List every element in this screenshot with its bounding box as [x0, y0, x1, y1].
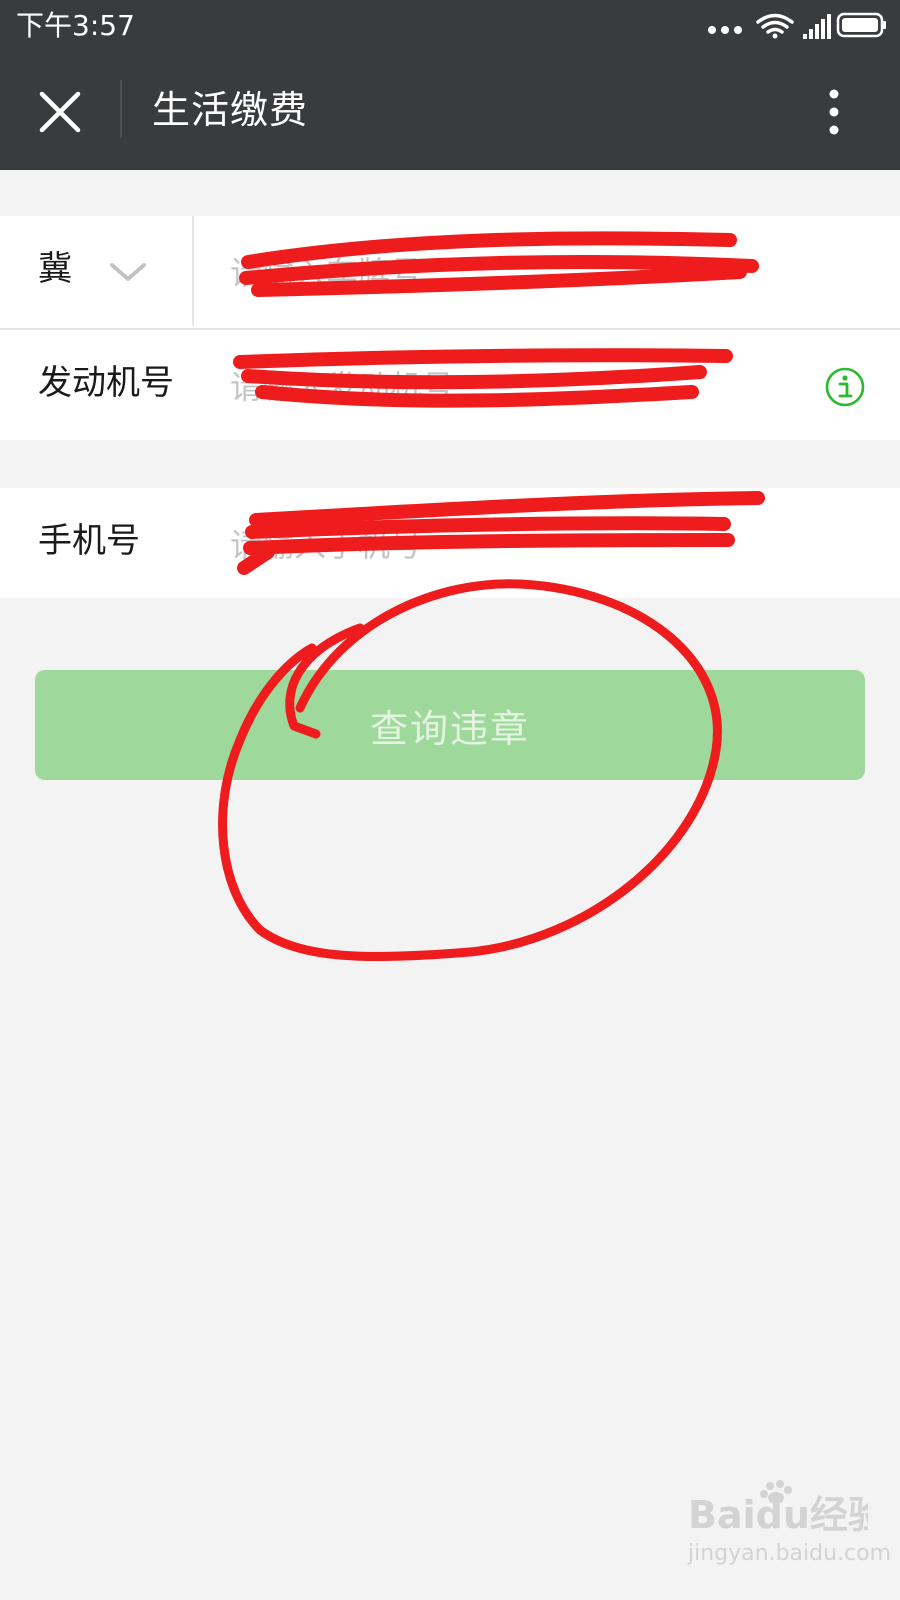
status-time: 下午3:57	[16, 9, 135, 42]
cell-divider	[192, 216, 194, 326]
engine-number-input[interactable]	[228, 356, 792, 418]
battery-icon	[836, 12, 886, 38]
phone-row: 手机号	[0, 488, 900, 598]
province-selector[interactable]: 冀	[0, 216, 192, 326]
watermark-url: jingyan.baidu.com	[688, 1541, 892, 1566]
info-icon[interactable]	[824, 366, 866, 408]
more-menu-button[interactable]	[816, 80, 852, 144]
baidu-jingyan-logo: Baidu经验	[688, 1480, 868, 1536]
more-vertical-icon	[829, 89, 839, 135]
close-button[interactable]	[28, 80, 92, 144]
plate-row: 冀	[0, 216, 900, 326]
page-title: 生活缴费	[152, 88, 309, 132]
nav-divider	[120, 80, 122, 138]
engine-row: 发动机号	[0, 330, 900, 440]
svg-text:Baidu经验: Baidu经验	[688, 1493, 868, 1536]
status-bar: 下午3:57	[0, 0, 900, 52]
contact-form-group: 手机号	[0, 488, 900, 598]
status-icons	[688, 10, 888, 42]
vehicle-form-group: 冀 发动机号	[0, 216, 900, 440]
close-icon	[39, 91, 81, 133]
chevron-down-icon	[110, 263, 146, 281]
query-violations-button[interactable]: 查询违章	[35, 670, 865, 780]
signal-icon	[803, 14, 831, 39]
phone-number-label: 手机号	[38, 521, 140, 561]
phone-number-input[interactable]	[228, 514, 832, 576]
wifi-icon	[756, 13, 794, 39]
plate-number-input[interactable]	[228, 242, 832, 304]
province-label: 冀	[38, 249, 72, 289]
nav-bar: 生活缴费	[0, 52, 900, 170]
more-dots-icon	[708, 26, 742, 34]
engine-number-label: 发动机号	[38, 363, 174, 403]
watermark: Baidu经验 jingyan.baidu.com	[688, 1468, 891, 1578]
